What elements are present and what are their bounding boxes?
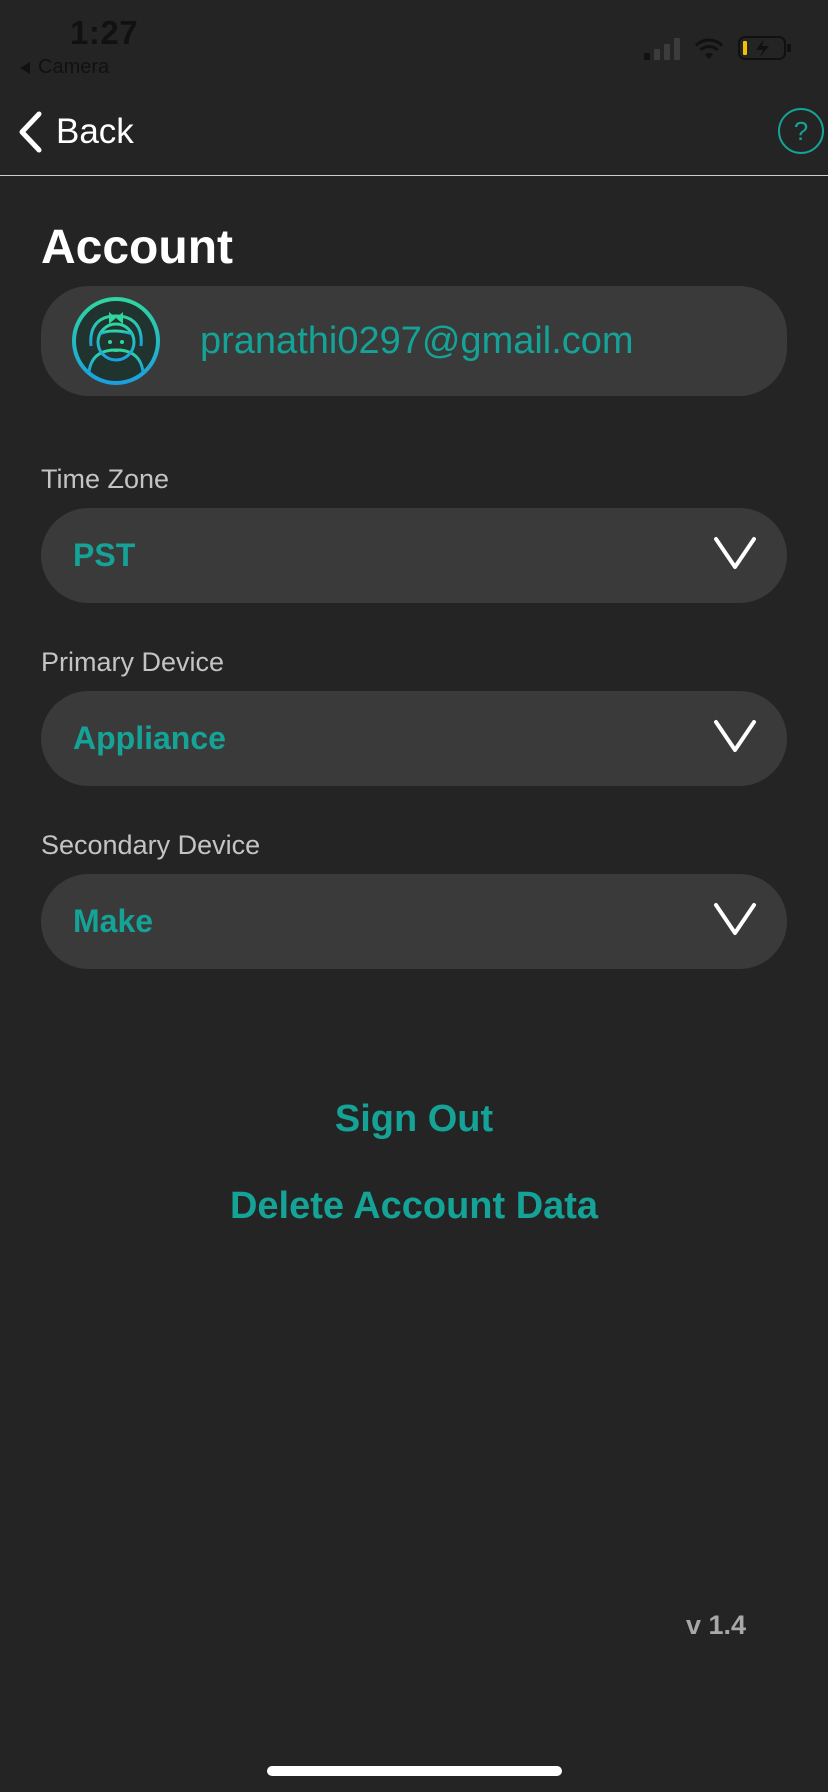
chevron-left-icon [19, 111, 42, 153]
girl-avatar-icon [72, 297, 160, 385]
cellular-signal-icon [644, 38, 680, 60]
chevron-down-icon [714, 537, 756, 569]
time-zone-label: Time Zone [41, 464, 170, 494]
app-version: v 1.4 [685, 1610, 746, 1640]
wifi-icon [694, 38, 724, 59]
status-time: 1:27 [70, 14, 139, 51]
account-email: pranathi0297@gmail.com [200, 319, 634, 362]
sign-out-button[interactable]: Sign Out [0, 1098, 828, 1141]
status-back-to-app[interactable]: Camera [20, 56, 109, 79]
primary-device-select[interactable]: Appliance [41, 691, 787, 786]
account-card: pranathi0297@gmail.com [41, 286, 787, 396]
time-zone-value: PST [73, 537, 136, 573]
chevron-down-icon [714, 720, 756, 752]
battery-charging-icon [738, 36, 791, 60]
home-indicator[interactable] [267, 1766, 562, 1776]
nav-divider [0, 175, 828, 176]
back-triangle-icon [20, 61, 30, 74]
primary-device-value: Appliance [73, 720, 226, 756]
back-button[interactable]: Back [16, 108, 134, 156]
delete-account-data-button[interactable]: Delete Account Data [0, 1185, 828, 1228]
page-title: Account [41, 221, 233, 274]
status-icons [644, 36, 792, 60]
primary-device-label: Primary Device [41, 647, 225, 677]
secondary-device-select[interactable]: Make [41, 874, 787, 969]
status-back-app-label: Camera [38, 56, 110, 78]
help-button[interactable]: ? [778, 108, 824, 154]
back-button-label: Back [56, 112, 134, 151]
question-icon: ? [793, 115, 809, 146]
chevron-down-icon [714, 903, 756, 935]
secondary-device-value: Make [73, 903, 154, 939]
secondary-device-label: Secondary Device [41, 830, 261, 860]
time-zone-select[interactable]: PST [41, 508, 787, 603]
